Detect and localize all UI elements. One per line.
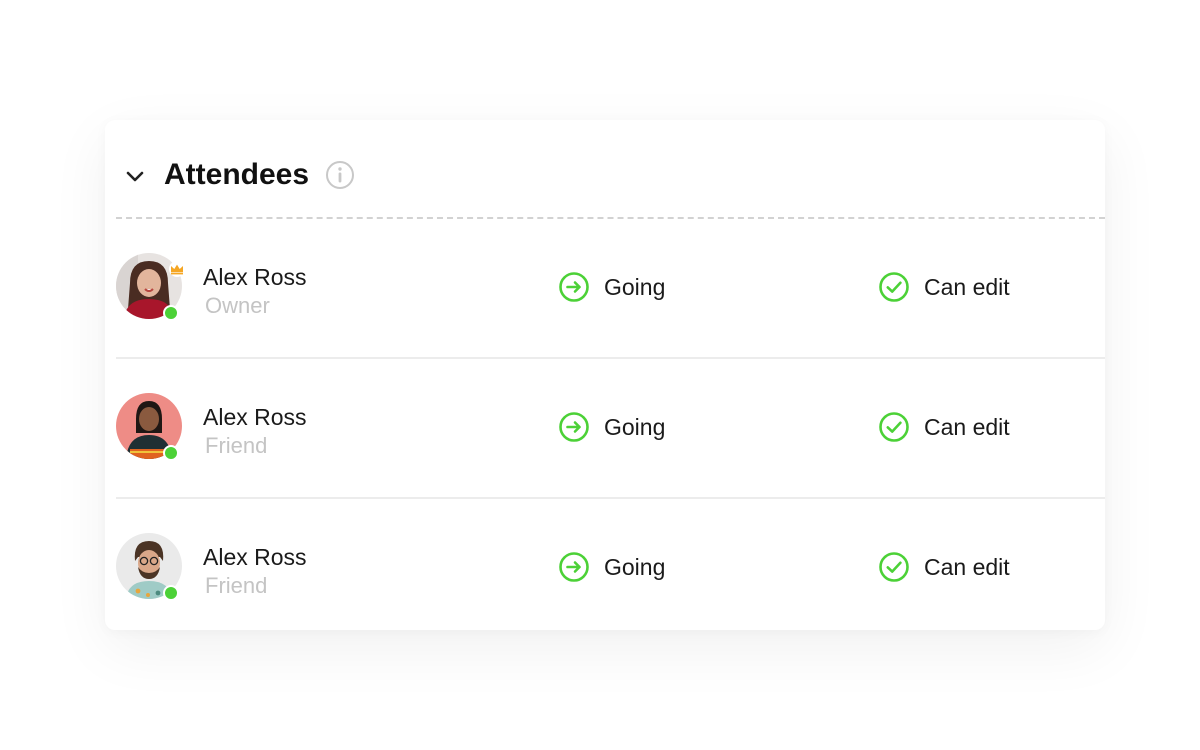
avatar[interactable] [116,533,182,601]
arrow-right-circle-icon [559,412,589,442]
check-circle-icon [879,272,909,302]
crown-icon [169,261,185,277]
attendee-role: Friend [205,573,268,598]
check-circle-icon [879,412,909,442]
arrow-right-circle-icon [559,272,589,302]
online-status-dot [163,445,179,461]
avatar[interactable] [116,253,185,321]
rsvp-status-label: Going [604,274,666,300]
attendee-role: Friend [205,433,268,458]
arrow-right-circle-icon [559,552,589,582]
permission-label: Can edit [924,554,1010,580]
rsvp-status-label: Going [604,554,666,580]
chevron-down-icon[interactable] [123,164,147,188]
attendee-name[interactable]: Alex Ross [203,543,307,571]
info-icon[interactable] [325,160,355,190]
attendee-name[interactable]: Alex Ross [203,403,307,431]
check-circle-icon [879,552,909,582]
attendees-header: Attendees [105,120,1105,218]
online-status-dot [163,305,179,321]
attendee-role: Owner [205,293,270,318]
rsvp-status-label: Going [604,414,666,440]
attendees-card: Attendees Alex Ross Owner Going Can edit… [105,120,1105,630]
permission-label: Can edit [924,274,1010,300]
avatar[interactable] [116,393,182,461]
attendee-row: Alex Ross Friend Going Can edit [116,359,1105,499]
section-title: Attendees [164,158,310,191]
attendee-row: Alex Ross Friend Going Can edit [116,499,1105,630]
attendee-row: Alex Ross Owner Going Can edit [116,219,1105,359]
online-status-dot [163,585,179,601]
attendee-name[interactable]: Alex Ross [203,263,307,291]
permission-label: Can edit [924,414,1010,440]
